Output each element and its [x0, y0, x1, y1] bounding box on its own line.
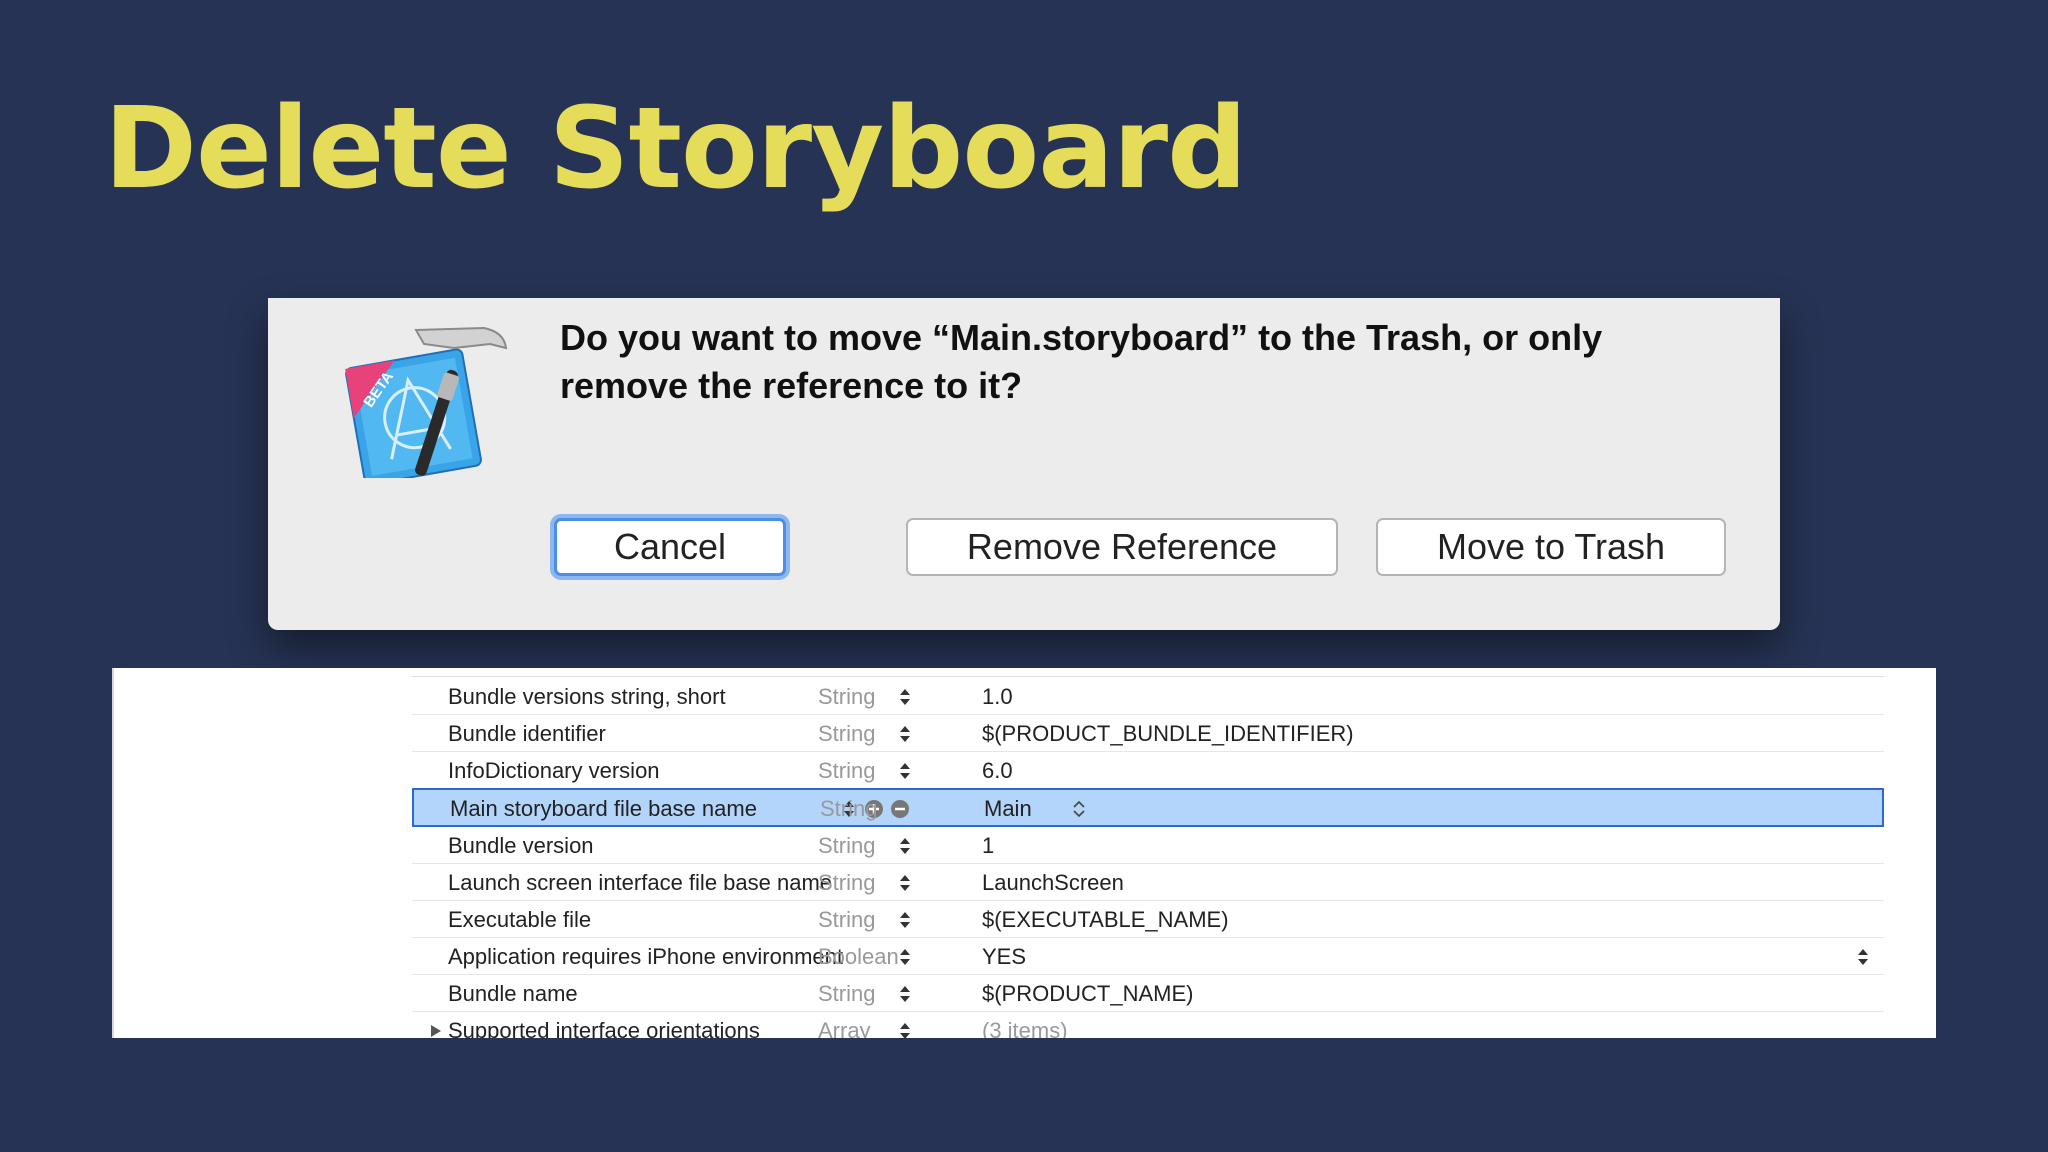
plist-type: String	[818, 758, 876, 783]
key-stepper-icon[interactable]	[898, 872, 912, 894]
key-stepper-icon[interactable]	[898, 946, 912, 968]
plist-type: String	[820, 796, 878, 821]
plist-value[interactable]: $(PRODUCT_BUNDLE_IDENTIFIER)	[982, 715, 1354, 752]
dialog-message: Do you want to move “Main.storyboard” to…	[560, 317, 1603, 406]
plist-type: Boolean	[818, 944, 899, 969]
key-stepper-icon[interactable]	[898, 835, 912, 857]
plist-type: Array	[818, 1018, 871, 1038]
plist-value[interactable]: 1.0	[982, 678, 1013, 715]
plist-key: Bundle name	[448, 981, 578, 1006]
key-stepper-icon[interactable]	[898, 686, 912, 708]
remove-row-icon[interactable]	[890, 799, 910, 819]
remove-reference-button[interactable]: Remove Reference	[906, 518, 1338, 576]
plist-key: Bundle versions string, short	[448, 684, 726, 709]
delete-confirmation-dialog: BETA Do you want to move “Main.storyboar…	[268, 298, 1780, 630]
cancel-button[interactable]: Cancel	[554, 518, 786, 576]
slide-title: Delete Storyboard	[104, 84, 1247, 214]
plist-value[interactable]: YES	[982, 938, 1026, 975]
plist-type: String	[818, 870, 876, 895]
plist-key: Executable file	[448, 907, 592, 932]
plist-value[interactable]: (3 items)	[982, 1012, 1068, 1038]
xcode-beta-icon: BETA	[345, 326, 508, 478]
key-stepper-icon[interactable]	[898, 909, 912, 931]
plist-value[interactable]: $(EXECUTABLE_NAME)	[982, 901, 1229, 938]
value-stepper-icon[interactable]	[1856, 946, 1870, 968]
plist-value[interactable]: 1	[982, 827, 994, 864]
header-divider	[412, 676, 1884, 677]
move-to-trash-button[interactable]: Move to Trash	[1376, 518, 1726, 576]
plist-row-selected[interactable]: Main storyboard file base name String Ma…	[412, 788, 1884, 827]
plist-type: String	[818, 981, 876, 1006]
info-plist-table: Bundle versions string, short String 1.0…	[112, 668, 1936, 1038]
plist-key: InfoDictionary version	[448, 758, 660, 783]
plist-key: Launch screen interface file base name	[448, 870, 833, 895]
plist-type: String	[818, 907, 876, 932]
key-stepper-icon[interactable]	[898, 723, 912, 745]
plist-key: Bundle identifier	[448, 721, 606, 746]
plist-row[interactable]: Executable file String $(EXECUTABLE_NAME…	[412, 901, 1884, 938]
plist-row[interactable]: Bundle version String 1	[412, 827, 1884, 864]
key-stepper-icon[interactable]	[898, 760, 912, 782]
plist-value[interactable]: $(PRODUCT_NAME)	[982, 975, 1193, 1012]
plist-type: String	[818, 833, 876, 858]
plist-row[interactable]: Bundle name String $(PRODUCT_NAME)	[412, 975, 1884, 1012]
disclosure-triangle-icon[interactable]	[430, 1024, 442, 1038]
plist-type: String	[818, 721, 876, 746]
plist-key: Main storyboard file base name	[450, 796, 757, 821]
plist-value[interactable]: Main	[984, 790, 1032, 827]
plist-key: Bundle version	[448, 833, 594, 858]
plist-type: String	[818, 684, 876, 709]
plist-key: Application requires iPhone environment	[448, 944, 844, 969]
plist-row[interactable]: Bundle identifier String $(PRODUCT_BUNDL…	[412, 715, 1884, 752]
plist-row[interactable]: InfoDictionary version String 6.0	[412, 752, 1884, 789]
plist-row[interactable]: Supported interface orientations Array (…	[412, 1012, 1884, 1038]
plist-row[interactable]: Application requires iPhone environment …	[412, 938, 1884, 975]
plist-row[interactable]: Launch screen interface file base name S…	[412, 864, 1884, 901]
key-stepper-icon[interactable]	[898, 983, 912, 1005]
plist-key: Supported interface orientations	[448, 1018, 760, 1038]
column-divider	[112, 668, 114, 1038]
type-stepper-icon[interactable]	[1072, 798, 1086, 820]
plist-row[interactable]: Bundle versions string, short String 1.0	[412, 678, 1884, 715]
key-stepper-icon[interactable]	[898, 1020, 912, 1038]
plist-value[interactable]: LaunchScreen	[982, 864, 1124, 901]
plist-value[interactable]: 6.0	[982, 752, 1013, 789]
